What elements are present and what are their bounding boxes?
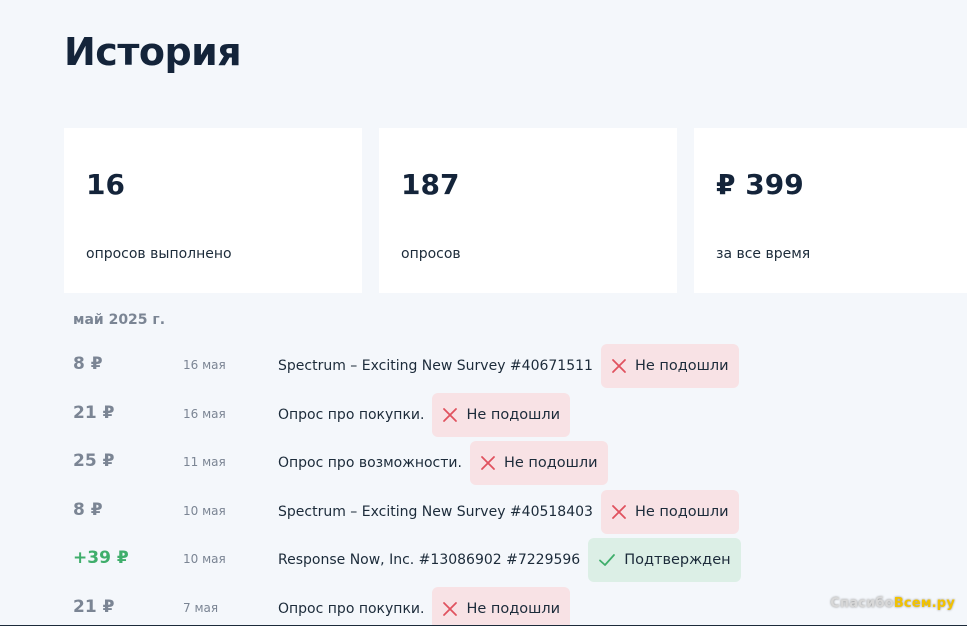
history-row[interactable]: +39 ₽ 10 мая Response Now, Inc. #13086902 …: [0, 536, 967, 585]
row-survey-line: Response Now, Inc. #13086902 #7229596 Под…: [278, 538, 741, 582]
row-amount: 8 ₽: [73, 499, 103, 520]
stat-value: 16: [86, 168, 125, 201]
watermark-text: Спаси: [830, 596, 876, 611]
row-survey-name[interactable]: Spectrum – Exciting New Survey #40671511: [278, 358, 593, 374]
stat-card-surveys: 187 опросов: [379, 128, 677, 293]
close-x-icon: [442, 601, 458, 617]
history-row[interactable]: 8 ₽ 10 мая Spectrum – Exciting New Survey …: [0, 488, 967, 537]
status-badge: Не подошли: [469, 441, 608, 485]
row-survey-line: Опрос про покупки. Не подошли: [278, 586, 571, 626]
history-row[interactable]: 21 ₽ 7 мая Опрос про покупки. Не подошли: [0, 585, 967, 626]
row-date: 11 мая: [183, 455, 226, 469]
checkmark-icon: [598, 551, 616, 569]
stat-label: опросов: [401, 246, 461, 262]
status-text: Подтвержден: [624, 552, 731, 568]
close-x-icon: [611, 358, 627, 374]
row-survey-name[interactable]: Опрос про покупки.: [278, 407, 424, 423]
status-badge: Не подошли: [432, 392, 571, 437]
status-text: Не подошли: [466, 406, 561, 423]
row-date: 7 мая: [183, 600, 219, 615]
month-heading: май 2025 г.: [73, 312, 166, 328]
row-amount: 25 ₽: [73, 451, 115, 471]
row-date: 10 мая: [183, 503, 226, 518]
stat-card-completed: 16 опросов выполнено: [64, 128, 362, 293]
status-text: Не подошли: [503, 455, 598, 471]
row-survey-name[interactable]: Опрос про покупки.: [278, 601, 424, 617]
stats-row: 16 опросов выполнено 187 опросов ₽ 399 з…: [64, 128, 967, 293]
stat-value: ₽ 399: [716, 168, 804, 201]
history-row[interactable]: 21 ₽ 16 мая Опрос про покупки. Не подошли: [0, 391, 967, 440]
history-row[interactable]: 8 ₽ 16 мая Spectrum – Exciting New Survey …: [0, 342, 967, 391]
row-survey-line: Spectrum – Exciting New Survey #40671511…: [278, 344, 739, 388]
status-badge: Подтвержден: [588, 538, 741, 582]
row-survey-name[interactable]: Spectrum – Exciting New Survey #40518403: [278, 504, 593, 520]
row-date: 16 мая: [183, 358, 226, 372]
close-x-icon: [480, 455, 496, 471]
close-x-icon: [442, 407, 458, 423]
stat-value: 187: [401, 168, 460, 201]
row-survey-line: Опрос про возможности. Не подошли: [278, 441, 608, 485]
stat-label: опросов выполнено: [86, 246, 232, 262]
close-x-icon: [611, 504, 627, 520]
history-row[interactable]: 25 ₽ 11 мая Опрос про возможности. Не подош…: [0, 439, 967, 488]
watermark: СпасибоВсем.ру: [830, 596, 955, 611]
history-list: 8 ₽ 16 мая Spectrum – Exciting New Survey …: [0, 342, 967, 626]
row-survey-line: Spectrum – Exciting New Survey #40518403…: [278, 489, 739, 534]
watermark-text: бо: [875, 596, 894, 611]
row-survey-name[interactable]: Опрос про возможности.: [278, 455, 462, 471]
status-text: Не подошли: [466, 600, 561, 617]
row-survey-name[interactable]: Response Now, Inc. #13086902 #7229596: [278, 552, 580, 568]
row-date: 10 мая: [183, 552, 226, 566]
watermark-text-accent: Всем.ру: [893, 596, 955, 611]
status-text: Не подошли: [634, 358, 729, 374]
row-survey-line: Опрос про покупки. Не подошли: [278, 392, 571, 437]
status-badge: Не подошли: [600, 344, 739, 388]
row-date: 16 мая: [183, 406, 226, 421]
row-amount: 21 ₽: [73, 596, 115, 617]
status-badge: Не подошли: [600, 489, 739, 534]
stat-card-earnings: ₽ 399 за все время: [694, 128, 967, 293]
status-text: Не подошли: [634, 503, 729, 520]
history-page: История 16 опросов выполнено 187 опросов…: [0, 0, 967, 626]
page-title: История: [64, 30, 242, 74]
stat-label: за все время: [716, 246, 811, 262]
status-badge: Не подошли: [432, 586, 571, 626]
row-amount: +39 ₽: [73, 548, 129, 568]
row-amount: 21 ₽: [73, 402, 115, 423]
row-amount: 8 ₽: [73, 354, 103, 374]
